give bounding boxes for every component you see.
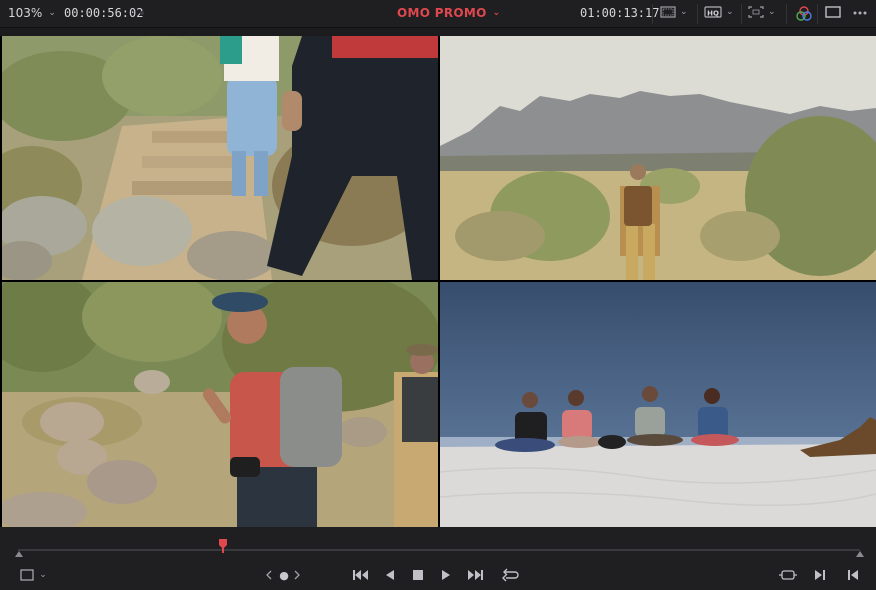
match-frame-icon: [779, 570, 797, 580]
view-layout-button[interactable]: ⌄: [660, 5, 688, 19]
play-button[interactable]: [440, 567, 452, 583]
safe-area-button[interactable]: ⌄: [748, 5, 776, 19]
jump-to-start-icon: [353, 570, 368, 580]
jump-to-end-button[interactable]: [466, 567, 484, 583]
out-point-marker[interactable]: [856, 551, 864, 557]
divider: [652, 4, 653, 24]
loop-icon: [502, 568, 519, 582]
viewer-header: 103% ⌄ 00:00:56:02 OMO PROMO ⌄ 01:00:13:…: [0, 0, 876, 28]
overlay-options-button[interactable]: ⌄: [16, 567, 50, 583]
viewer-mode-button[interactable]: [825, 5, 841, 19]
play-reverse-button[interactable]: [384, 567, 396, 583]
chevron-down-icon: ⌄: [726, 7, 734, 17]
play-reverse-icon: [386, 570, 394, 580]
project-title-dropdown[interactable]: OMO PROMO ⌄: [397, 6, 500, 20]
safe-area-icon: [748, 6, 764, 18]
color-wheel-icon: [796, 6, 812, 21]
camera-angle-3[interactable]: [2, 282, 438, 527]
svg-text:HQ: HQ: [707, 10, 719, 18]
playhead-line: [221, 547, 224, 553]
loop-button[interactable]: [500, 567, 520, 583]
source-timecode: 00:00:56:02: [64, 6, 144, 20]
view-layout-icon: [660, 6, 676, 18]
match-frame-button[interactable]: [778, 567, 798, 583]
next-edit-icon: [815, 570, 825, 580]
next-edit-button[interactable]: [813, 567, 827, 583]
divider: [817, 4, 818, 24]
stop-icon: [413, 570, 423, 580]
stop-button[interactable]: [411, 567, 425, 583]
quality-button[interactable]: HQ ⌄: [704, 5, 734, 19]
play-icon: [442, 570, 450, 580]
chevron-down-icon: ⌄: [39, 570, 47, 580]
more-options-icon: [853, 11, 867, 15]
viewer-mode-icon: [825, 6, 841, 18]
zoom-value: 103%: [8, 6, 43, 20]
color-button[interactable]: [795, 5, 813, 23]
transport-bar: ⌄ ●: [0, 527, 876, 590]
previous-edit-button[interactable]: [846, 567, 860, 583]
angle-dot-icon: ●: [279, 568, 289, 582]
camera-angle-1[interactable]: [2, 36, 438, 280]
previous-edit-icon: [848, 570, 858, 580]
hq-quality-icon: HQ: [704, 6, 722, 18]
divider: [786, 4, 787, 24]
frame-overlay-icon: [20, 569, 34, 581]
next-angle-button[interactable]: [292, 567, 302, 583]
divider: [697, 4, 698, 24]
chevron-left-icon: [266, 570, 272, 580]
chevron-right-icon: [294, 570, 300, 580]
more-options-button[interactable]: [852, 6, 868, 20]
jump-to-end-icon: [468, 570, 483, 580]
scrubber-track[interactable]: [18, 549, 860, 551]
chevron-down-icon: ⌄: [680, 7, 688, 17]
project-title: OMO PROMO: [397, 6, 487, 20]
zoom-dropdown[interactable]: 103% ⌄: [8, 6, 56, 20]
indicator-dot-icon: [140, 11, 144, 15]
divider: [741, 4, 742, 24]
chevron-down-icon: ⌄: [48, 8, 56, 18]
in-point-marker[interactable]: [15, 551, 23, 557]
multicam-viewer[interactable]: [0, 36, 876, 527]
record-timecode: 01:00:13:17: [580, 6, 660, 20]
previous-angle-button[interactable]: [264, 567, 274, 583]
chevron-down-icon: ⌄: [768, 7, 776, 17]
camera-angle-4[interactable]: [440, 282, 876, 527]
chevron-down-icon: ⌄: [492, 8, 501, 18]
camera-angle-2[interactable]: [440, 36, 876, 280]
jump-to-start-button[interactable]: [352, 567, 370, 583]
angle-indicator[interactable]: ●: [278, 567, 290, 583]
